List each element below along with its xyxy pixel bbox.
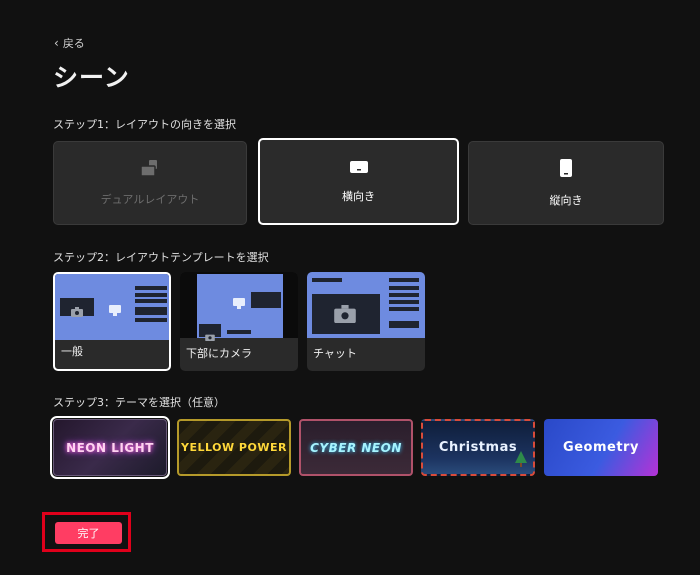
theme-neon-light[interactable]: NEON LIGHT — [50, 416, 170, 479]
orientation-label-portrait: 縦向き — [549, 194, 583, 207]
back-link[interactable]: ‹ 戻る — [54, 35, 85, 51]
landscape-icon — [349, 159, 369, 178]
theme-cyber-neon[interactable]: CYBER NEON — [299, 419, 413, 476]
step3-label: ステップ3：テーマを選択（任意） — [53, 396, 225, 409]
template-chat-preview — [307, 272, 425, 338]
theme-neon-light-title: NEON LIGHT — [66, 440, 154, 455]
step2-label: ステップ2：レイアウトテンプレートを選択 — [53, 251, 269, 264]
orientation-label-dual: デュアルレイアウト — [100, 193, 200, 206]
orientation-label-landscape: 横向き — [342, 190, 375, 203]
portrait-icon — [559, 158, 573, 182]
camera-icon — [71, 302, 83, 321]
theme-geometry-title: Geometry — [563, 440, 639, 455]
camera-icon — [334, 305, 356, 327]
page-title: シーン — [53, 63, 130, 92]
template-general-label: 一般 — [61, 345, 83, 358]
monitor-icon — [233, 294, 245, 313]
christmas-tree-icon — [515, 451, 527, 471]
orientation-option-landscape[interactable]: 横向き — [258, 138, 459, 225]
template-general[interactable]: 一般 — [53, 272, 171, 371]
template-camera-bottom-label: 下部にカメラ — [186, 347, 252, 360]
chevron-left-icon: ‹ — [54, 36, 59, 50]
theme-yellow-power-title: YELLOW POWER — [181, 441, 287, 454]
orientation-option-dual[interactable]: デュアルレイアウト — [53, 141, 247, 225]
theme-cyber-neon-title: CYBER NEON — [310, 440, 402, 455]
theme-yellow-power[interactable]: YELLOW POWER — [177, 419, 291, 476]
done-highlight-box: 完了 — [42, 512, 131, 552]
step1-label: ステップ1：レイアウトの向きを選択 — [53, 118, 236, 131]
template-chat[interactable]: チャット — [307, 272, 425, 371]
monitor-icon — [109, 301, 121, 320]
theme-geometry[interactable]: Geometry — [544, 419, 658, 476]
theme-christmas-title: Christmas — [438, 440, 518, 455]
camera-icon — [205, 326, 215, 345]
dual-layout-icon — [140, 159, 160, 181]
template-camera-bottom[interactable]: 下部にカメラ — [180, 272, 298, 371]
orientation-option-portrait[interactable]: 縦向き — [468, 141, 664, 225]
template-camera-bottom-preview — [180, 272, 298, 341]
template-general-preview — [55, 274, 169, 340]
back-label: 戻る — [62, 37, 85, 50]
template-chat-label: チャット — [313, 347, 357, 360]
theme-christmas[interactable]: Christmas — [421, 419, 535, 476]
done-button[interactable]: 完了 — [55, 522, 122, 544]
